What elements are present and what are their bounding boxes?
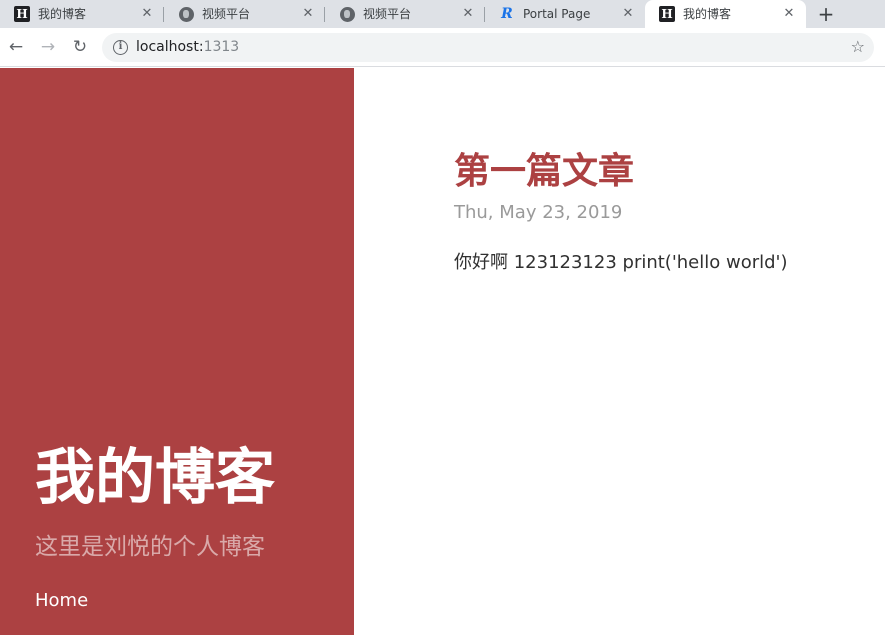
- forward-arrow-icon[interactable]: →: [37, 36, 59, 58]
- nav-home-link[interactable]: Home: [35, 589, 88, 613]
- url-port: 1313: [203, 39, 240, 55]
- reload-icon[interactable]: ↻: [69, 36, 91, 58]
- main-content: 第一篇文章 Thu, May 23, 2019 你好啊 123123123 pr…: [354, 68, 885, 635]
- back-arrow-icon[interactable]: ←: [5, 36, 27, 58]
- close-icon[interactable]: ✕: [780, 5, 798, 23]
- close-icon[interactable]: ✕: [619, 5, 637, 23]
- tab-portal-page[interactable]: R Portal Page ✕: [485, 0, 645, 28]
- close-icon[interactable]: ✕: [299, 5, 317, 23]
- star-icon[interactable]: ☆: [851, 38, 865, 56]
- tab-title: 我的博客: [683, 7, 732, 21]
- hugo-h-icon: H: [659, 6, 675, 22]
- globe-icon: [178, 6, 194, 22]
- browser-toolbar: ← → ↻ i localhost:1313 ☆: [0, 28, 885, 67]
- tab-title: Portal Page: [523, 7, 591, 21]
- globe-icon: [339, 6, 355, 22]
- tab-title: 视频平台: [363, 7, 412, 21]
- site-title[interactable]: 我的博客: [35, 443, 275, 513]
- tab-video-2[interactable]: 视频平台 ✕: [325, 0, 485, 28]
- post-body: 你好啊 123123123 print('hello world'): [454, 252, 788, 273]
- url-text[interactable]: localhost:1313: [136, 39, 239, 56]
- new-tab-button[interactable]: +: [814, 3, 838, 25]
- post-date: Thu, May 23, 2019: [454, 202, 623, 223]
- tab-blog-active[interactable]: H 我的博客 ✕: [645, 0, 806, 28]
- tab-video-1[interactable]: 视频平台 ✕: [164, 0, 325, 28]
- close-icon[interactable]: ✕: [138, 5, 156, 23]
- hugo-h-icon: H: [14, 6, 30, 22]
- info-icon[interactable]: i: [113, 40, 128, 55]
- tab-blog-1[interactable]: H 我的博客 ✕: [0, 0, 164, 28]
- portal-r-icon: R: [501, 6, 513, 22]
- browser-tab-strip: H 我的博客 ✕ 视频平台 ✕ 视频平台 ✕ R Portal Page ✕ H…: [0, 0, 885, 28]
- url-host: localhost:: [136, 39, 204, 55]
- sidebar: 我的博客 这里是刘悦的个人博客 Home: [0, 68, 354, 635]
- site-description: 这里是刘悦的个人博客: [35, 534, 265, 560]
- address-bar[interactable]: i localhost:1313 ☆: [102, 33, 874, 62]
- tab-title: 视频平台: [202, 7, 251, 21]
- post-title[interactable]: 第一篇文章: [454, 148, 634, 196]
- tab-title: 我的博客: [38, 7, 87, 21]
- close-icon[interactable]: ✕: [459, 5, 477, 23]
